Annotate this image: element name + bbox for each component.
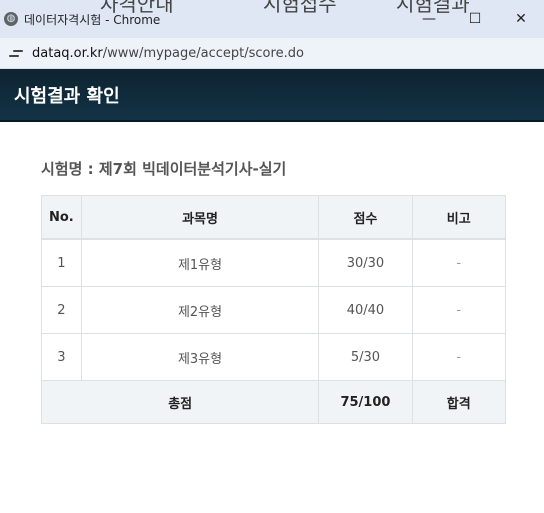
- table-row: 3 제3유형 5/30 -: [41, 333, 507, 381]
- minimize-button[interactable]: —: [406, 0, 452, 38]
- window-controls: — ☐ ✕: [406, 0, 544, 38]
- page-header: 시험결과 확인: [0, 69, 544, 122]
- total-label: 총점: [40, 380, 320, 424]
- row-score: 5/30: [318, 333, 413, 381]
- row-subject: 제2유형: [80, 286, 320, 334]
- header-note: 비고: [411, 195, 507, 240]
- row-note: -: [411, 238, 507, 287]
- score-table: No. 과목명 점수 비고 1 제1유형 30/30 - 2 제2유형 40/4…: [40, 195, 507, 424]
- url-path: /www/mypage/accept/score.do: [102, 45, 304, 61]
- row-score: 40/40: [318, 286, 413, 334]
- table-header-row: No. 과목명 점수 비고: [41, 195, 507, 240]
- main-content: 시험명 : 제7회 빅데이터분석기사-실기 No. 과목명 점수 비고 1 제1…: [0, 158, 544, 424]
- row-note: -: [411, 333, 507, 381]
- site-settings-icon[interactable]: [9, 46, 23, 60]
- total-result: 합격: [411, 380, 507, 424]
- behind-text-2: 시험접수: [263, 0, 337, 16]
- chrome-globe-icon: ◍: [4, 12, 18, 26]
- header-no: No.: [41, 195, 82, 240]
- total-score: 75/100: [318, 380, 413, 424]
- address-bar[interactable]: dataq.or.kr/www/mypage/accept/score.do: [0, 38, 544, 69]
- exam-name: 시험명 : 제7회 빅데이터분석기사-실기: [41, 160, 287, 178]
- row-no: 2: [41, 286, 82, 334]
- row-subject: 제3유형: [80, 333, 320, 381]
- maximize-button[interactable]: ☐: [452, 0, 498, 38]
- row-subject: 제1유형: [80, 238, 320, 287]
- row-note: -: [411, 286, 507, 334]
- close-button[interactable]: ✕: [498, 0, 544, 38]
- header-score: 점수: [318, 195, 413, 240]
- url-host: dataq.or.kr: [32, 45, 103, 61]
- row-no: 1: [41, 238, 82, 287]
- header-subject: 과목명: [80, 195, 320, 240]
- window-title: 데이터자격시험 - Chrome: [24, 12, 161, 27]
- total-row: 총점 75/100 합격: [40, 380, 507, 424]
- table-row: 1 제1유형 30/30 -: [41, 238, 507, 287]
- url-text[interactable]: dataq.or.kr/www/mypage/accept/score.do: [32, 46, 304, 61]
- row-score: 30/30: [318, 238, 413, 287]
- page-title: 시험결과 확인: [14, 85, 120, 107]
- row-no: 3: [41, 333, 82, 381]
- table-row: 2 제2유형 40/40 -: [41, 286, 507, 334]
- browser-title-bar: 자격안내 시험접수 시험결과 ◍ 데이터자격시험 - Chrome — ☐ ✕: [0, 0, 544, 38]
